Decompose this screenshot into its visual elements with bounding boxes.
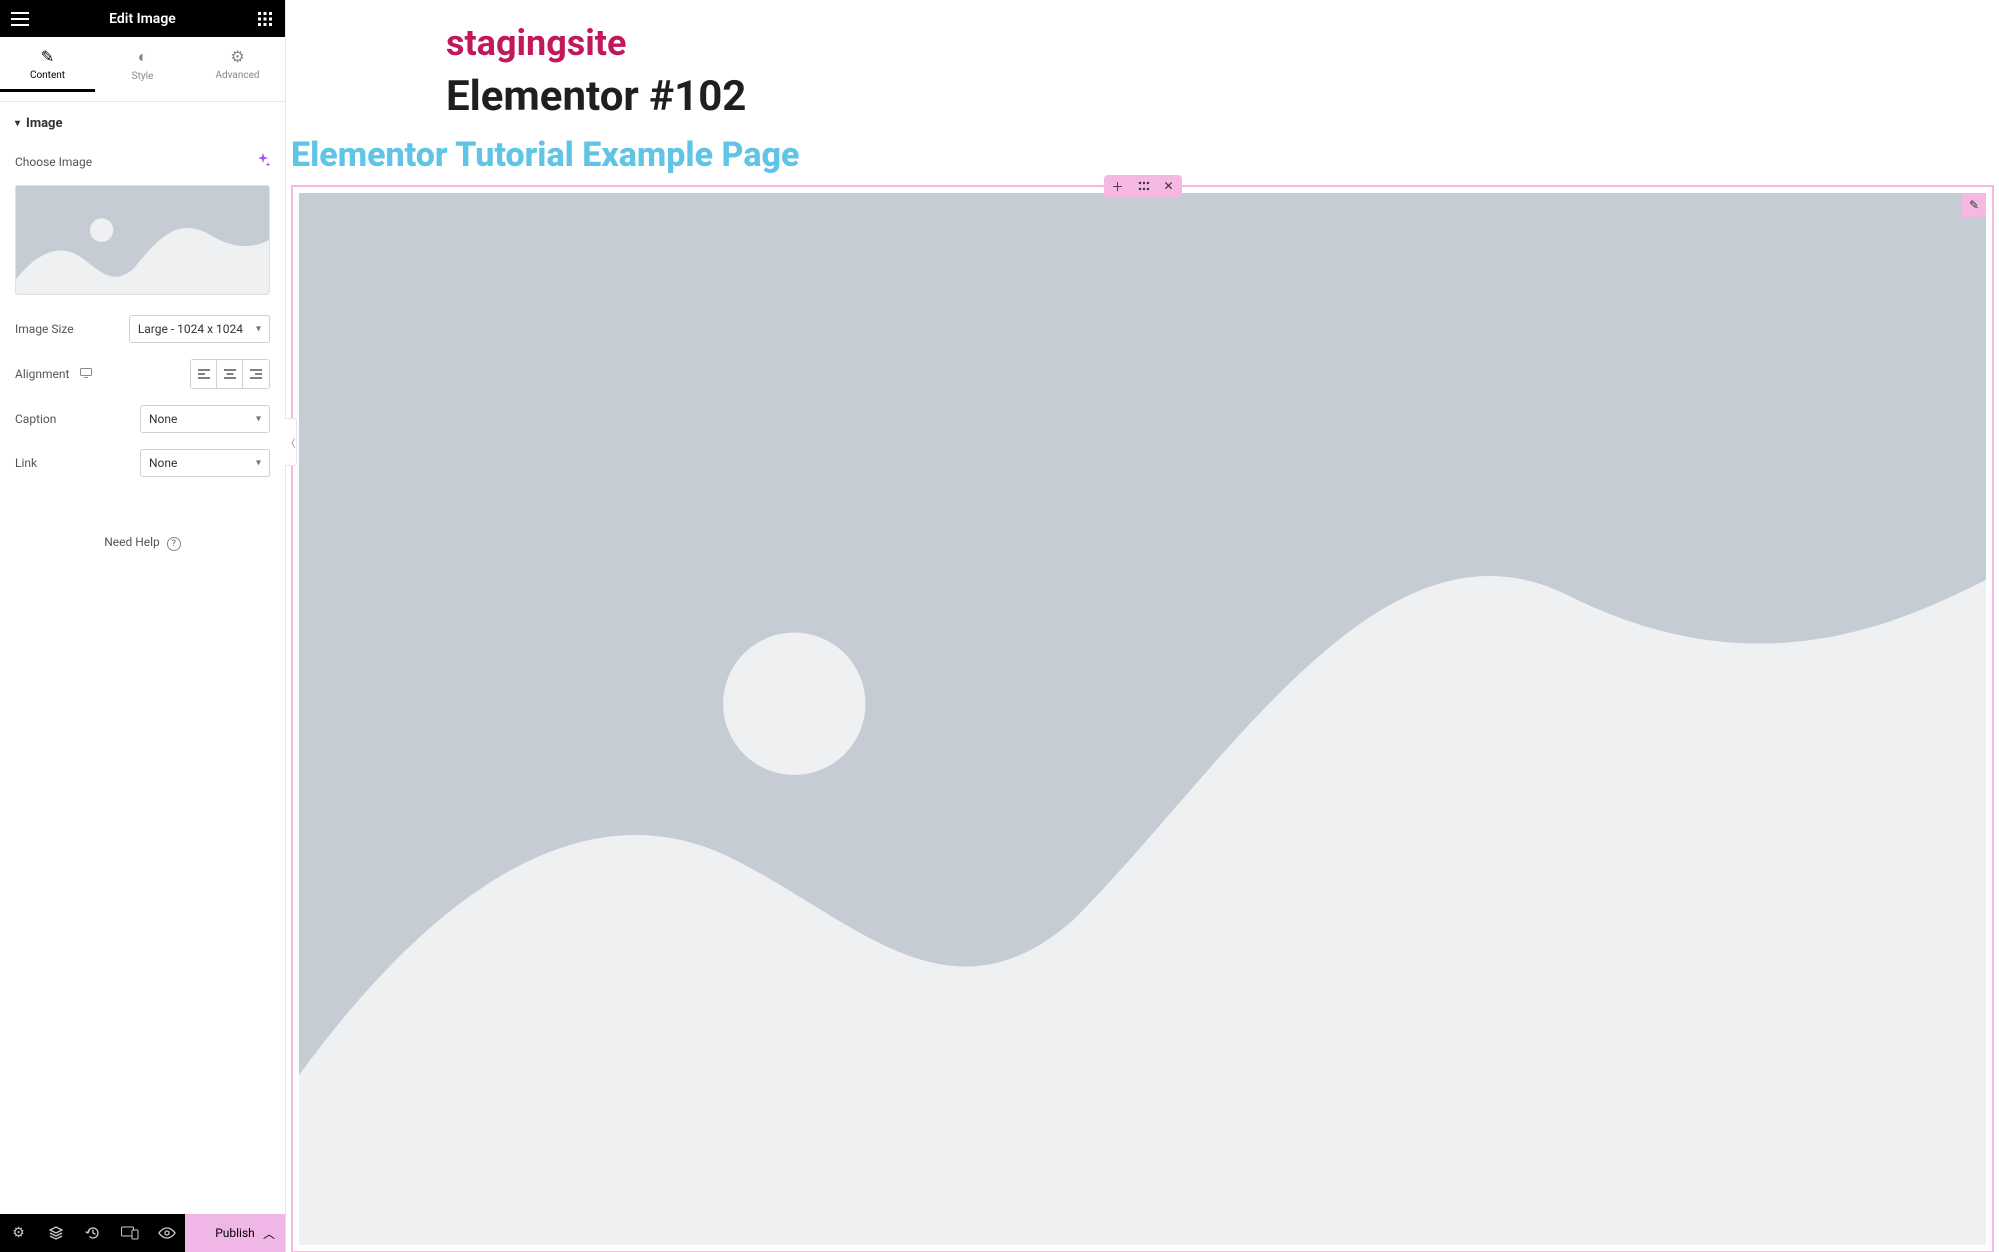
sidebar-title: Edit Image: [32, 11, 253, 27]
drag-section-handle[interactable]: [1137, 181, 1149, 191]
hamburger-icon: [11, 12, 29, 26]
tab-content[interactable]: ✎ Content: [0, 37, 95, 101]
site-title[interactable]: stagingsite: [286, 10, 1999, 68]
sidebar-footer: ⚙ Publish ︿: [0, 1214, 285, 1252]
align-left-icon: [198, 369, 210, 379]
link-select[interactable]: None: [140, 449, 270, 477]
page-settings-button[interactable]: ⚙: [0, 1214, 37, 1252]
edit-widget-button[interactable]: ✎: [1962, 193, 1986, 217]
tab-advanced[interactable]: ⚙ Advanced: [190, 37, 285, 101]
editor-sidebar: Edit Image ✎ Content ◐ Style ⚙ Advanced …: [0, 0, 286, 1252]
image-preview[interactable]: [15, 185, 270, 295]
align-right-button[interactable]: [243, 360, 269, 388]
settings-icon: ⚙: [12, 1225, 25, 1241]
tab-style[interactable]: ◐ Style: [95, 37, 190, 101]
panel-tabs: ✎ Content ◐ Style ⚙ Advanced: [0, 37, 285, 102]
responsive-button[interactable]: [111, 1214, 148, 1252]
preview-icon: [158, 1227, 176, 1239]
align-center-button[interactable]: [217, 360, 243, 388]
menu-button[interactable]: [8, 7, 32, 31]
pencil-icon: ✎: [41, 47, 54, 66]
need-help-label: Need Help: [104, 535, 160, 549]
link-label: Link: [15, 456, 37, 470]
page-title: Elementor #102: [286, 68, 1999, 135]
tab-content-label: Content: [30, 70, 65, 81]
section-title: Image: [26, 116, 62, 131]
link-value: None: [149, 456, 177, 470]
image-size-value: Large - 1024 x 1024: [138, 322, 243, 336]
contrast-icon: ◐: [138, 47, 148, 67]
image-widget-placeholder[interactable]: [299, 193, 1986, 1245]
apps-grid-icon: [258, 12, 272, 26]
history-icon: [85, 1225, 101, 1241]
widgets-panel-button[interactable]: [253, 7, 277, 31]
preview-button[interactable]: [148, 1214, 185, 1252]
align-center-icon: [224, 369, 236, 379]
ai-generate-button[interactable]: [256, 153, 270, 171]
alignment-label: Alignment: [15, 367, 92, 381]
elementor-section[interactable]: ＋ ✕ ✎: [291, 185, 1994, 1252]
add-section-button[interactable]: ＋: [1111, 178, 1123, 195]
editor-canvas[interactable]: stagingsite Elementor #102 Elementor Tut…: [286, 0, 1999, 1252]
publish-button[interactable]: Publish ︿: [185, 1214, 285, 1252]
layers-icon: [48, 1225, 64, 1241]
choose-image-label: Choose Image: [15, 155, 92, 169]
section-image-toggle[interactable]: ▾ Image: [15, 102, 270, 145]
section-toolbar: ＋ ✕: [1103, 175, 1181, 197]
pencil-icon: ✎: [1969, 198, 1979, 212]
caption-value: None: [149, 412, 177, 426]
help-icon: ?: [167, 537, 181, 551]
caption-select[interactable]: None: [140, 405, 270, 433]
panel-body: ▾ Image Choose Image Image Size: [0, 102, 285, 1214]
sidebar-topbar: Edit Image: [0, 0, 285, 37]
responsive-icon: [121, 1226, 139, 1240]
section-heading[interactable]: Elementor Tutorial Example Page: [286, 135, 1999, 175]
tab-style-label: Style: [132, 71, 154, 82]
plus-icon: ＋: [1111, 178, 1123, 195]
delete-section-button[interactable]: ✕: [1163, 179, 1173, 193]
publish-label: Publish: [215, 1226, 255, 1240]
collapse-sidebar-button[interactable]: 〈: [285, 418, 297, 466]
navigator-button[interactable]: [37, 1214, 74, 1252]
chevron-up-icon[interactable]: ︿: [263, 1225, 275, 1242]
chevron-left-icon: 〈: [286, 435, 296, 450]
desktop-icon[interactable]: [80, 367, 92, 381]
image-size-label: Image Size: [15, 322, 74, 336]
gear-icon: ⚙: [230, 47, 244, 66]
history-button[interactable]: [74, 1214, 111, 1252]
caret-down-icon: ▾: [15, 118, 20, 129]
close-icon: ✕: [1163, 179, 1173, 193]
tab-advanced-label: Advanced: [215, 70, 259, 81]
image-size-select[interactable]: Large - 1024 x 1024: [129, 315, 270, 343]
align-left-button[interactable]: [191, 360, 217, 388]
drag-handle-icon: [1137, 181, 1149, 191]
caption-label: Caption: [15, 412, 56, 426]
need-help-link[interactable]: Need Help ?: [15, 535, 270, 551]
sparkle-icon: [256, 153, 270, 167]
align-right-icon: [250, 369, 262, 379]
alignment-group: [190, 359, 270, 389]
